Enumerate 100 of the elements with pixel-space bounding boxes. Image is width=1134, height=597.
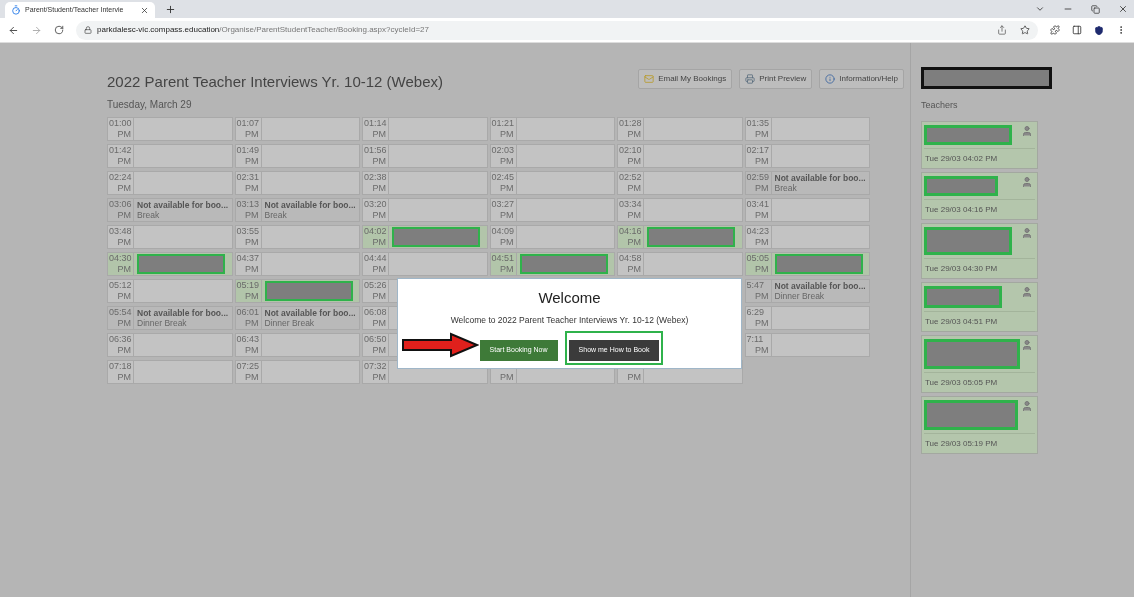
slot-period: PM <box>755 237 769 248</box>
extensions-icon[interactable] <box>1050 25 1060 35</box>
url-text: parkdalesc-vic.compass.education/Organise/ParentStudentTeacher/Booking.aspx?cycleId=27 <box>97 24 429 36</box>
time-slot[interactable]: 03:41 PM <box>744 198 870 222</box>
time-slot[interactable]: 04:30 PM <box>107 252 233 276</box>
time-slot[interactable]: 01:56 PM <box>362 144 488 168</box>
time-slot[interactable]: 02:59 PM Not available for boo... Break <box>744 171 870 195</box>
time-slot[interactable]: 05:05 PM <box>744 252 870 276</box>
time-slot[interactable]: 02:45 PM <box>489 171 615 195</box>
bookmark-icon[interactable] <box>1020 25 1030 35</box>
time-slot[interactable]: 03:27 PM <box>489 198 615 222</box>
slot-time: 06:36 <box>108 334 132 345</box>
teacher-card[interactable]: Tue 29/03 04:30 PM <box>921 222 1038 279</box>
slot-period: PM <box>627 372 641 383</box>
time-slot[interactable]: 05:54 PM Not available for boo... Dinner Break <box>107 306 233 330</box>
time-slot[interactable]: 5:47 PM Not available for boo... Dinner Break <box>744 279 870 303</box>
time-slot[interactable]: 05:19 PM <box>234 279 360 303</box>
time-slot[interactable]: 07:18 PM <box>107 360 233 384</box>
time-slot[interactable]: 06:01 PM Not available for boo... Dinner Break <box>234 306 360 330</box>
share-icon[interactable] <box>997 25 1007 35</box>
slot-period: PM <box>117 372 131 383</box>
time-slot[interactable]: 06:36 PM <box>107 333 233 357</box>
slot-period: PM <box>372 183 386 194</box>
slot-note: Dinner Break <box>264 318 316 328</box>
slot-period: PM <box>372 264 386 275</box>
time-slot[interactable]: 04:16 PM <box>617 225 743 249</box>
slot-period: PM <box>117 183 131 194</box>
slot-time: 02:03 <box>490 145 515 156</box>
teacher-card[interactable]: Tue 29/03 04:16 PM <box>921 171 1038 220</box>
time-slot[interactable]: 6:29 PM <box>744 306 870 330</box>
time-slot[interactable]: 7:11 PM <box>744 333 870 357</box>
time-slot[interactable]: 01:28 PM <box>617 117 743 141</box>
close-window-icon[interactable] <box>1118 4 1128 14</box>
time-slot[interactable]: 01:14 PM <box>362 117 488 141</box>
close-icon[interactable] <box>140 5 149 15</box>
side-panel-icon[interactable] <box>1072 25 1082 35</box>
time-slot[interactable]: 01:00 PM <box>107 117 233 141</box>
slot-time: 03:20 <box>363 199 387 210</box>
time-slot[interactable]: 03:48 PM <box>107 225 233 249</box>
teacher-card[interactable]: Tue 29/03 05:05 PM <box>921 334 1038 393</box>
slot-time: 04:02 <box>363 226 387 237</box>
slot-time: 04:16 <box>618 226 642 237</box>
slot-time: 04:44 <box>363 253 387 264</box>
time-slot[interactable]: 04:23 PM <box>744 225 870 249</box>
action-button[interactable]: Information/Help <box>819 69 904 89</box>
time-slot[interactable]: 04:44 PM <box>362 252 488 276</box>
slot-time: 6:29 <box>745 307 765 318</box>
slot-time: 07:25 <box>235 361 260 372</box>
time-slot[interactable]: 04:58 PM <box>617 252 743 276</box>
time-slot[interactable]: 01:21 PM <box>489 117 615 141</box>
slot-period: PM <box>755 183 769 194</box>
time-slot[interactable]: 04:51 PM <box>489 252 615 276</box>
page-title: 2022 Parent Teacher Interviews Yr. 10-12 (Webex) <box>107 73 444 91</box>
action-button[interactable]: Email My Bookings <box>638 69 733 89</box>
teacher-card[interactable]: Tue 29/03 04:51 PM <box>921 281 1038 332</box>
action-button[interactable]: Print Preview <box>739 69 813 89</box>
time-slot[interactable]: 02:03 PM <box>489 144 615 168</box>
time-slot[interactable]: 04:02 PM <box>362 225 488 249</box>
slot-time: 02:38 <box>363 172 387 183</box>
time-slot[interactable]: 03:55 PM <box>234 225 360 249</box>
info-icon <box>825 74 836 84</box>
time-slot[interactable]: 01:35 PM <box>744 117 870 141</box>
reload-icon[interactable] <box>54 25 64 35</box>
slot-period: PM <box>372 291 386 302</box>
slot-time: 02:52 <box>618 172 642 183</box>
time-slot[interactable]: 02:38 PM <box>362 171 488 195</box>
time-slot[interactable]: 06:43 PM <box>234 333 360 357</box>
time-slot[interactable]: 04:09 PM <box>489 225 615 249</box>
time-slot[interactable]: 01:42 PM <box>107 144 233 168</box>
back-icon[interactable] <box>8 24 19 36</box>
slot-period: PM <box>755 345 769 356</box>
slot-time: 04:23 <box>745 226 770 237</box>
time-slot[interactable]: 02:17 PM <box>744 144 870 168</box>
time-slot[interactable]: 03:06 PM Not available for boo... Break <box>107 198 233 222</box>
time-slot[interactable]: 03:34 PM <box>617 198 743 222</box>
slot-period: PM <box>627 129 641 140</box>
slot-status: Not available for boo... <box>774 281 867 291</box>
restore-icon[interactable] <box>1091 5 1100 14</box>
slot-time: 05:26 <box>363 280 387 291</box>
shield-icon[interactable] <box>1094 24 1104 36</box>
slot-period: PM <box>245 129 259 140</box>
time-slot[interactable]: 04:37 PM <box>234 252 360 276</box>
page-date: Tuesday, March 29 <box>107 98 193 112</box>
new-tab-icon[interactable] <box>165 4 176 15</box>
time-slot[interactable]: 05:12 PM <box>107 279 233 303</box>
tab-list-icon[interactable] <box>1035 4 1045 14</box>
teacher-card[interactable]: Tue 29/03 05:19 PM <box>921 395 1038 454</box>
time-slot[interactable]: 01:07 PM <box>234 117 360 141</box>
time-slot[interactable]: 02:10 PM <box>617 144 743 168</box>
time-slot[interactable]: 01:49 PM <box>234 144 360 168</box>
time-slot[interactable]: 02:31 PM <box>234 171 360 195</box>
teacher-card[interactable]: Tue 29/03 04:02 PM <box>921 120 1038 169</box>
slot-period: PM <box>627 183 641 194</box>
slot-period: PM <box>755 156 769 167</box>
time-slot[interactable]: 07:25 PM <box>234 360 360 384</box>
address-bar[interactable]: parkdalesc-vic.compass.education/Organise/ParentStudentTeacher/Booking.aspx?cycleId=27 <box>76 20 1038 40</box>
time-slot[interactable]: 02:52 PM <box>617 171 743 195</box>
time-slot[interactable]: 03:20 PM <box>362 198 488 222</box>
time-slot[interactable]: 02:24 PM <box>107 171 233 195</box>
time-slot[interactable]: 03:13 PM Not available for boo... Break <box>234 198 360 222</box>
